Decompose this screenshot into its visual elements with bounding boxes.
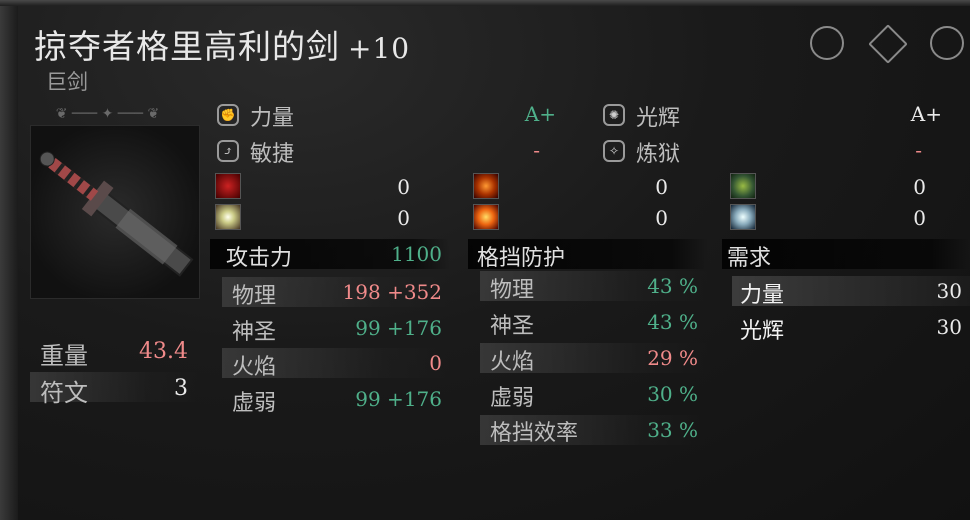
guard-value-efficiency: 33 % [647,418,698,442]
fire-value: 0 [655,175,668,199]
attack-header: 攻击力 [226,246,293,271]
requirement-value-strength: 30 [936,279,962,303]
guard-value-physical: 43 % [647,274,698,298]
attack-value-physical: 198 +352 [342,280,442,304]
guard-label-fire: 火焰 [490,350,535,375]
ring-slot-icon[interactable] [810,26,844,60]
requirements-header: 需求 [727,246,772,271]
weapon-level: +10 [348,32,411,65]
requirement-value-radiance: 30 [936,315,962,339]
ring-slot-icon-2[interactable] [930,26,964,60]
scaling-label-inferno: 炼狱 [636,142,681,167]
guard-value-fire: 29 % [647,346,698,370]
explosion-value: 0 [655,206,668,230]
poison-value: 0 [913,175,926,199]
guard-value-weak: 30 % [647,382,698,406]
weight-value: 43.4 [139,339,188,364]
bleed-icon [215,173,241,199]
fire-icon [473,173,499,199]
attack-value-fire: 0 [429,351,442,375]
explosion-icon [473,204,499,230]
scaling-grade-inferno: - [915,138,922,162]
strength-icon: ✊ [217,104,239,126]
weapon-name: 掠夺者格里高利的剑 [34,27,340,66]
ornament-divider: ❦ ─── ✦ ─── ❦ [55,106,160,122]
scaling-label-agility: 敏捷 [250,142,295,167]
guard-label-weak: 虚弱 [490,386,535,411]
frost-value: 0 [913,206,926,230]
attack-label-weak: 虚弱 [232,391,277,416]
attack-label-fire: 火焰 [232,355,277,380]
guard-value-holy: 43 % [647,310,698,334]
weight-label: 重量 [40,342,88,370]
item-detail-panel: 掠夺者格里高利的剑 +10 巨剑 ❦ ─── ✦ ─── ❦ ✊ 力量 A+ ⤴ … [0,0,970,520]
agility-icon: ⤴ [217,140,239,162]
bleed-value: 0 [397,175,410,199]
frost-icon [730,204,756,230]
guard-header: 格挡防护 [477,246,566,271]
radiance-icon: ✺ [603,104,625,126]
guard-label-holy: 神圣 [490,314,535,339]
weapon-title: 掠夺者格里高利的剑 +10 [34,20,410,68]
attack-value-holy: 99 +176 [355,316,442,340]
scaling-grade-strength: A+ [524,102,556,126]
requirement-label-radiance: 光辉 [740,319,785,344]
attack-label-physical: 物理 [232,284,277,309]
scaling-grade-agility: - [533,138,540,162]
greatsword-icon [39,151,194,277]
rune-label: 符文 [40,379,88,407]
weapon-image-frame [30,125,200,299]
guard-label-efficiency: 格挡效率 [490,421,579,446]
guard-label-physical: 物理 [490,278,535,303]
attack-label-holy: 神圣 [232,320,277,345]
requirement-label-strength: 力量 [740,283,785,308]
weapon-type: 巨剑 [46,70,88,94]
poison-icon [730,173,756,199]
holy-burst-value: 0 [397,206,410,230]
attack-total: 1100 [391,242,442,266]
scaling-label-radiance: 光辉 [636,106,681,131]
holy-burst-icon [215,204,241,230]
scaling-grade-radiance: A+ [910,102,942,126]
scaling-label-strength: 力量 [250,106,295,131]
attack-value-weak: 99 +176 [355,387,442,411]
diamond-slot-icon[interactable] [868,24,908,64]
rune-value: 3 [174,376,188,401]
inferno-icon: ✧ [603,140,625,162]
